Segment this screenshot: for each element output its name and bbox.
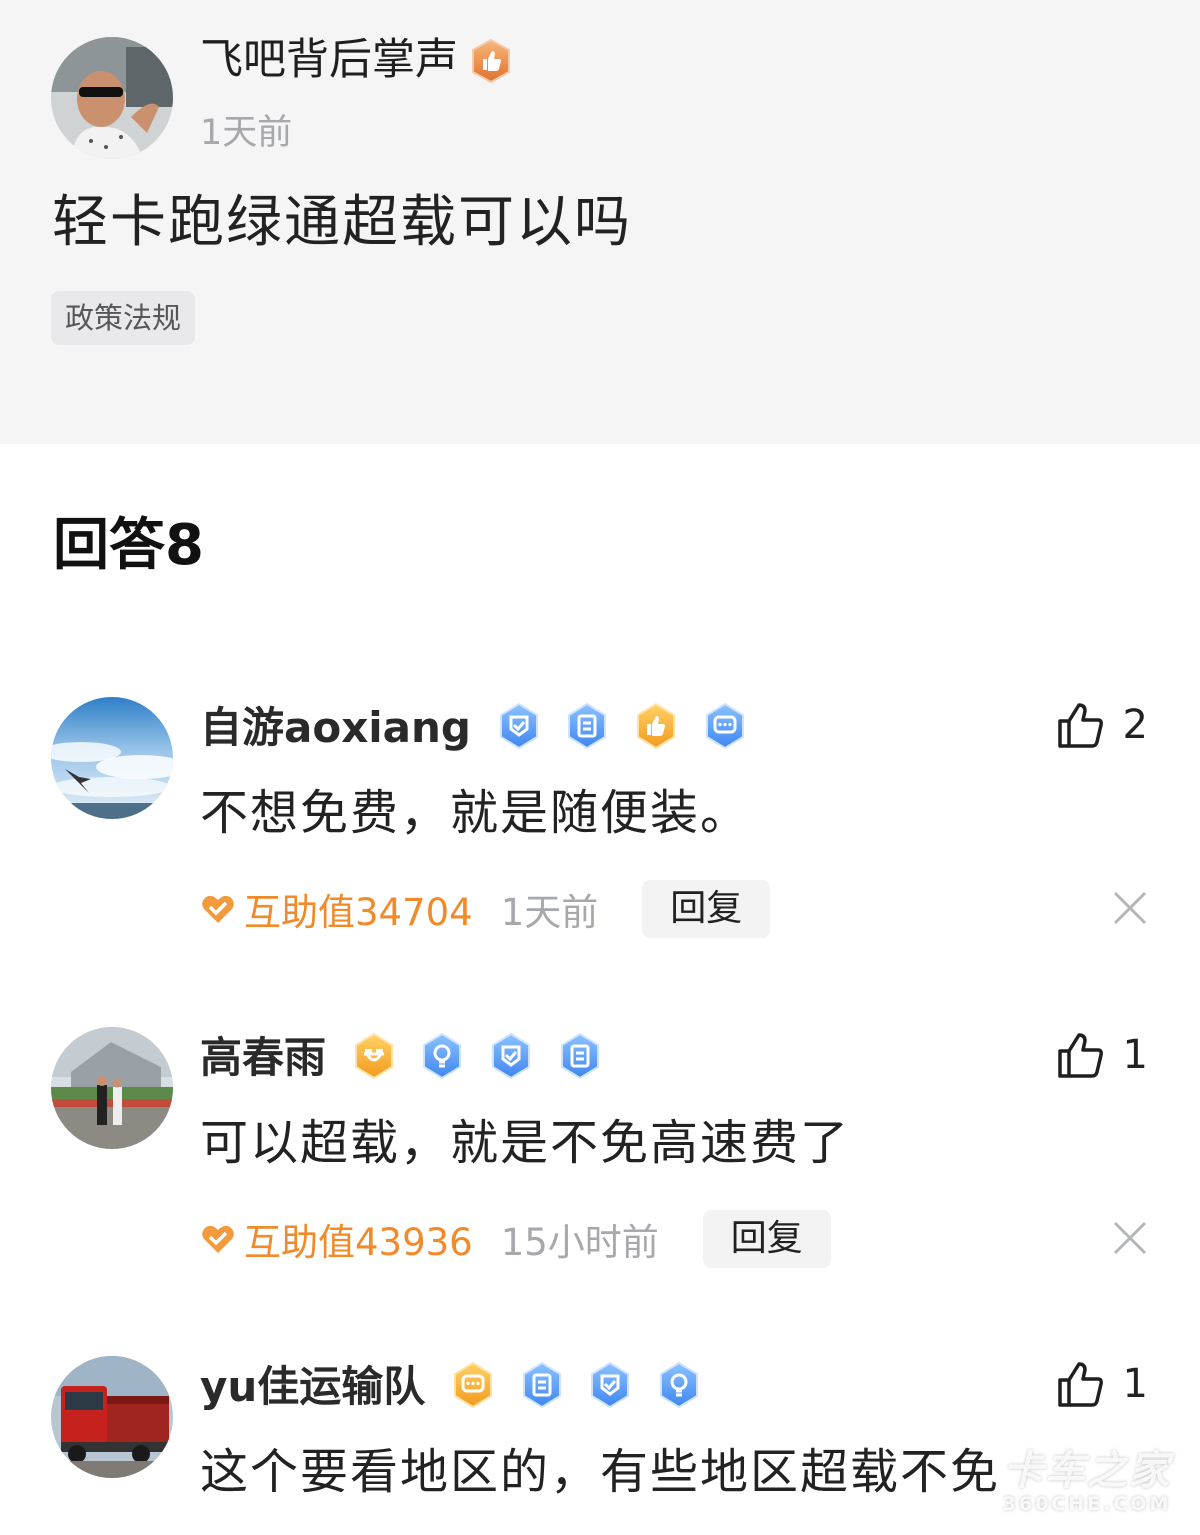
help-value-text: 互助值43936 [244, 1221, 473, 1264]
shield-check-badge-icon [499, 702, 538, 749]
question-author-name-text[interactable]: 飞吧背后掌声 [200, 35, 458, 85]
answer-meta: 互助值34704 1天前 回复 [200, 880, 771, 938]
reply-button[interactable]: 回复 [642, 880, 771, 938]
reply-button[interactable]: 回复 [702, 1210, 831, 1268]
like-count: 1 [1122, 1032, 1148, 1078]
answer-author-name-text[interactable]: 高春雨 [200, 1027, 326, 1089]
answer-time: 1天前 [500, 891, 599, 934]
answer-author-name-text[interactable]: 自游aoxiang [200, 697, 471, 759]
watermark-domain: 360CHE.COM [1002, 1493, 1172, 1515]
close-icon[interactable] [1112, 890, 1148, 926]
watermark-logo-text: 卡车之家 [1003, 1448, 1171, 1494]
help-value-text: 互助值34704 [244, 891, 473, 934]
site-watermark: 卡车之家 360CHE.COM [1002, 1448, 1172, 1514]
question-time: 1天前 [200, 113, 293, 153]
question-author-avatar[interactable] [51, 37, 173, 159]
chat-badge-icon [453, 1361, 492, 1408]
like-button[interactable]: 1 [1055, 1353, 1148, 1415]
close-icon[interactable] [1112, 1220, 1148, 1256]
shield-check-badge-icon [491, 1032, 530, 1079]
answer-author-name-text[interactable]: yu佳运输队 [200, 1356, 425, 1418]
bulb-badge-icon [659, 1361, 698, 1408]
answer-content: 不想免费，就是随便装。 [200, 785, 751, 841]
help-value-icon [202, 1225, 234, 1253]
answer-meta: 互助值43936 15小时前 回复 [200, 1210, 831, 1268]
answer-content: 可以超载，就是不免高速费了 [200, 1115, 851, 1171]
thumbs-up-badge-icon [472, 38, 510, 83]
like-count: 2 [1122, 702, 1148, 748]
smile-badge-icon [354, 1032, 393, 1079]
document-badge-icon [560, 1032, 599, 1079]
like-count: 1 [1122, 1361, 1148, 1407]
thumbs-up-icon[interactable] [1055, 1358, 1107, 1410]
chat-badge-icon [705, 702, 744, 749]
answer-time: 15小时前 [500, 1221, 659, 1264]
question-card: 飞吧背后掌声 1天前 轻卡跑绿通超载可以吗 政策法规 [0, 0, 1200, 444]
like-button[interactable]: 2 [1055, 694, 1148, 756]
answers-count-heading: 回答8 [53, 513, 204, 578]
answer-author-avatar[interactable] [51, 1356, 173, 1478]
question-author-name[interactable]: 飞吧背后掌声 [200, 34, 512, 86]
answer-author-name[interactable]: 自游aoxiang [200, 694, 746, 756]
bulb-badge-icon [423, 1032, 462, 1079]
answer-author-name[interactable]: 高春雨 [200, 1024, 601, 1086]
question-tag[interactable]: 政策法规 [51, 291, 196, 345]
question-title: 轻卡跑绿通超载可以吗 [52, 190, 632, 255]
help-value-icon [202, 895, 234, 923]
answer-author-avatar[interactable] [51, 697, 173, 819]
thumbs-up-badge-icon [636, 702, 675, 749]
answer-author-avatar[interactable] [51, 1027, 173, 1149]
answer-author-name[interactable]: yu佳运输队 [200, 1353, 700, 1415]
answer-content: 这个要看地区的，有些地区超载不免 [200, 1444, 1001, 1500]
document-badge-icon [522, 1361, 561, 1408]
document-badge-icon [568, 702, 607, 749]
shield-check-badge-icon [591, 1361, 630, 1408]
like-button[interactable]: 1 [1055, 1024, 1148, 1086]
thumbs-up-icon[interactable] [1055, 1029, 1107, 1081]
thumbs-up-icon[interactable] [1055, 699, 1107, 751]
